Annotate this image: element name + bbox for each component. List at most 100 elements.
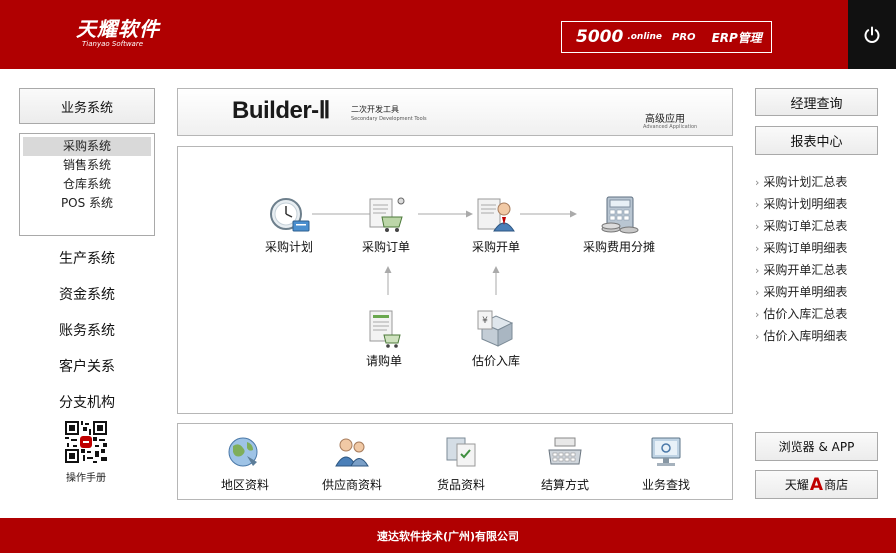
flow-node-purchase-plan[interactable]: 采购计划 [244,195,334,255]
product-badge: 5000 .online PRO ERP管理 [561,21,772,53]
business-system-button[interactable]: 业务系统 [19,88,155,124]
builder-banner[interactable]: Builder-Ⅱ 二次开发工具 Secondary Development T… [177,88,733,136]
flow-node-estimate-stock-in[interactable]: ¥ 估价入库 [451,309,541,369]
advanced-label-en: Advanced Application [643,124,698,130]
tool-supplier-data[interactable]: 供应商资料 [307,434,397,493]
report-link-label: 采购计划明细表 [763,197,848,211]
report-link-label: 估价入库明细表 [763,329,848,343]
menu-item-crm[interactable]: 客户关系 [19,356,155,376]
product-erp: ERP管理 [711,30,762,45]
cash-register-icon [548,437,582,465]
clock-icon [270,198,310,232]
flow-label-purchase-bill: 采购开单 [471,240,520,254]
report-link-label: 采购开单汇总表 [763,263,848,277]
logo-text: 天耀软件 [76,17,160,41]
company-name: 速达软件技术(广州)有限公司 [376,529,520,543]
report-link-label: 采购计划汇总表 [763,175,848,189]
menu-item-accounting[interactable]: 账务系统 [19,320,155,340]
tool-label-supplier: 供应商资料 [321,478,382,492]
tool-settlement-method[interactable]: 结算方式 [520,434,610,493]
report-link[interactable]: › 采购计划明细表 [755,194,885,216]
chevron-right-icon: › [755,286,760,299]
flow-node-purchase-bill[interactable]: 采购开单 [451,195,541,255]
tool-region-data[interactable]: 地区资料 [200,434,290,493]
tool-goods-data[interactable]: 货品资料 [416,434,506,493]
business-submenu: 采购系统 销售系统 仓库系统 POS 系统 [19,133,155,236]
tool-business-search[interactable]: 业务查找 [621,434,711,493]
flow-label-purchase-request: 请购单 [365,354,402,368]
suppliers-icon [335,438,369,467]
header-bar: 天耀软件 Tianyao Software 5000 .online PRO E… [0,0,896,69]
basic-data-toolbar: 地区资料 供应商资料 货品资料 结算方式 业务查找 [177,423,733,500]
builder-title: Builder-Ⅱ [232,97,330,124]
qr-code-icon[interactable] [65,421,107,463]
globe-icon [228,437,258,467]
builder-subtitle-cn: 二次开发工具 [351,105,399,114]
report-link-label: 采购开单明细表 [763,285,848,299]
tool-label-settlement: 结算方式 [540,478,589,492]
flow-arrows [312,210,577,295]
report-link[interactable]: › 采购订单汇总表 [755,216,885,238]
purchase-flow-panel: 采购计划 采购订单 采购开单 采购费用分摊 请购单 ¥ 估价入库 [177,146,733,414]
report-link[interactable]: › 估价入库汇总表 [755,304,885,326]
report-link[interactable]: › 估价入库明细表 [755,326,885,348]
report-link[interactable]: › 采购订单明细表 [755,238,885,260]
submenu-item-purchase[interactable]: 采购系统 [23,137,151,156]
tool-label-search: 业务查找 [641,478,690,492]
chevron-right-icon: › [755,242,760,255]
browser-app-button[interactable]: 浏览器 & APP [755,432,878,461]
request-form-icon [369,310,401,348]
box-currency-icon: ¥ [477,310,514,347]
menu-item-branches[interactable]: 分支机构 [19,392,155,412]
report-center-button[interactable]: 报表中心 [755,126,878,155]
calculator-coins-icon [601,196,639,234]
svg-text:¥: ¥ [482,316,488,326]
flow-node-purchase-order[interactable]: 采购订单 [341,195,431,255]
store-label-suffix: 商店 [824,478,849,492]
tool-label-region: 地区资料 [220,478,269,492]
menu-item-production[interactable]: 生产系统 [19,248,155,268]
flow-node-cost-allocation[interactable]: 采购费用分摊 [563,195,675,255]
flow-label-purchase-plan: 采购计划 [264,240,313,254]
order-cart-icon [369,197,405,232]
flow-label-purchase-order: 采购订单 [361,240,410,254]
power-icon [864,26,880,43]
store-label-prefix: 天耀 [784,478,809,492]
product-pro: PRO [672,31,696,43]
manager-query-button[interactable]: 经理查询 [755,88,878,116]
submenu-item-sales[interactable]: 销售系统 [23,156,151,175]
product-online: .online [627,32,663,42]
report-link[interactable]: › 采购开单明细表 [755,282,885,304]
goods-checklist-icon [446,437,476,467]
footer-bar: 速达软件技术(广州)有限公司 [0,518,896,553]
chevron-right-icon: › [755,176,760,189]
advanced-label-cn: 高级应用 [645,114,685,125]
app-store-button[interactable]: 天耀 A 商店 [755,470,878,499]
monitor-search-icon [651,437,681,466]
tool-label-goods: 货品资料 [436,478,485,492]
qr-label: 操作手册 [66,473,106,484]
flow-label-cost-allocation: 采购费用分摊 [582,240,655,254]
chevron-right-icon: › [755,264,760,277]
submenu-item-pos[interactable]: POS 系统 [23,194,151,213]
report-link[interactable]: › 采购计划汇总表 [755,172,885,194]
chevron-right-icon: › [755,220,760,233]
report-list: › 采购计划汇总表 › 采购计划明细表 › 采购订单汇总表 › 采购订单明细表 › 采购开… [755,172,885,348]
menu-item-funds[interactable]: 资金系统 [19,284,155,304]
chevron-right-icon: › [755,198,760,211]
power-button[interactable] [848,0,896,69]
store-logo-a: A [809,474,824,495]
chevron-right-icon: › [755,330,760,343]
submenu-item-warehouse[interactable]: 仓库系统 [23,175,151,194]
product-number: 5000 [576,27,624,47]
report-link-label: 采购订单明细表 [763,241,848,255]
flow-node-purchase-request[interactable]: 请购单 [339,309,429,369]
tianyao-logo: 天耀软件 Tianyao Software [76,18,160,49]
logo-subtext: Tianyao Software [82,40,144,48]
report-link-label: 估价入库汇总表 [763,307,848,321]
person-document-icon [477,198,515,232]
builder-subtitle-en: Secondary Development Tools [351,116,427,122]
flow-label-estimate-stock-in: 估价入库 [471,354,520,368]
report-link-label: 采购订单汇总表 [763,219,848,233]
report-link[interactable]: › 采购开单汇总表 [755,260,885,282]
